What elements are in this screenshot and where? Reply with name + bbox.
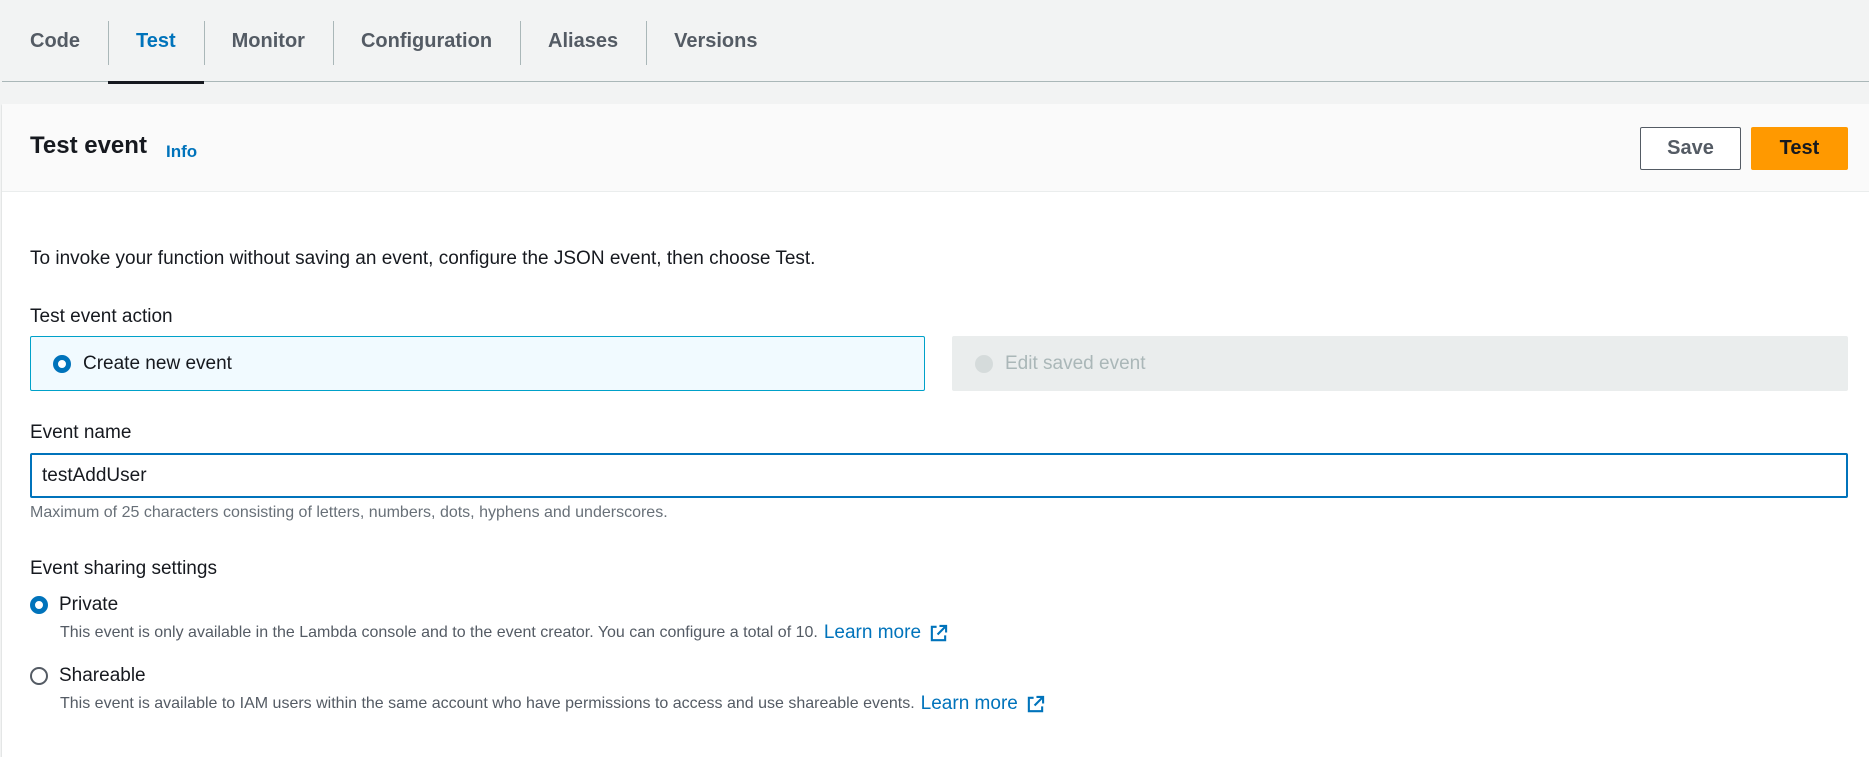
event-name-hint: Maximum of 25 characters consisting of l… [30, 504, 668, 521]
edit-saved-event-radio[interactable] [975, 354, 993, 373]
shareable-description: This event is available to IAM users wit… [60, 693, 1045, 715]
test-button[interactable]: Test [1751, 127, 1848, 170]
create-new-event-radio[interactable] [53, 354, 71, 373]
create-new-event-tile[interactable]: Create new event [30, 336, 925, 391]
private-description: This event is only available in the Lamb… [60, 622, 948, 644]
external-link-icon [930, 624, 948, 641]
tab-bar: Code Test Monitor Configuration Aliases … [2, 0, 1869, 84]
shareable-label: Shareable [59, 665, 146, 686]
event-name-label: Event name [30, 422, 132, 443]
panel-title: Test event [30, 132, 147, 159]
shareable-radio[interactable] [30, 667, 48, 685]
panel-description: To invoke your function without saving a… [30, 248, 816, 269]
tab-configuration[interactable]: Configuration [332, 0, 520, 82]
private-learn-more-label: Learn more [823, 622, 922, 643]
tab-monitor[interactable]: Monitor [203, 0, 333, 82]
tab-aliases[interactable]: Aliases [520, 0, 646, 82]
tab-code[interactable]: Code [2, 0, 108, 82]
private-description-text: This event is only available in the Lamb… [60, 624, 818, 641]
edit-saved-event-tile[interactable]: Edit saved event [952, 336, 1848, 391]
private-learn-more-link[interactable]: Learn more [824, 622, 948, 644]
info-link[interactable]: Info [166, 142, 197, 162]
private-label: Private [59, 594, 119, 615]
panel-header: Test event Info Save Test [2, 104, 1869, 192]
save-button[interactable]: Save [1640, 127, 1741, 170]
shareable-option[interactable]: Shareable [30, 665, 146, 687]
tab-test[interactable]: Test [108, 0, 204, 84]
test-event-panel: Test event Info Save Test To invoke your… [2, 104, 1869, 757]
private-option[interactable]: Private [30, 594, 118, 616]
event-name-input[interactable] [30, 453, 1848, 498]
tab-versions[interactable]: Versions [646, 0, 785, 82]
shareable-description-text: This event is available to IAM users wit… [60, 695, 915, 712]
external-link-icon [1027, 695, 1044, 712]
shareable-learn-more-link[interactable]: Learn more [921, 693, 1045, 715]
edit-saved-event-label: Edit saved event [1005, 352, 1146, 374]
test-event-action-label: Test event action [30, 306, 173, 327]
private-radio[interactable] [30, 596, 48, 614]
create-new-event-label: Create new event [83, 352, 232, 374]
event-sharing-label: Event sharing settings [30, 558, 217, 579]
shareable-learn-more-label: Learn more [920, 693, 1018, 714]
